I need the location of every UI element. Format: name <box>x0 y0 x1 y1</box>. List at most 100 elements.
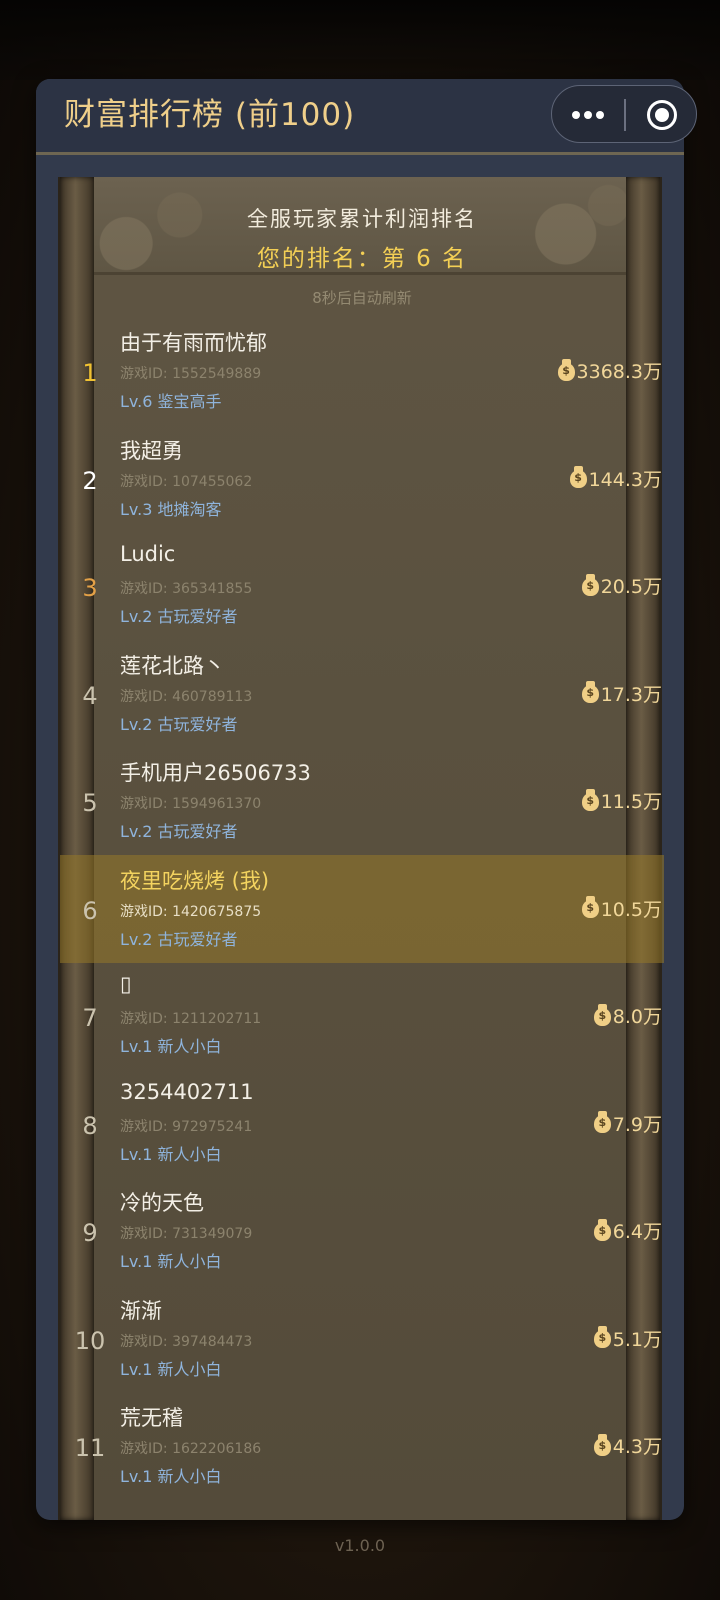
rank-number: 4 <box>82 681 98 710</box>
rank-number: 8 <box>82 1111 98 1140</box>
wealth-amount: 11.5万 <box>600 791 662 813</box>
player-id: 游戏ID: 397484473 <box>120 1333 253 1350</box>
player-name: 冷的天色 <box>120 1191 204 1215</box>
rank-number: 11 <box>74 1434 106 1462</box>
money-bag-icon <box>581 573 599 596</box>
player-name: 3254402711 <box>120 1079 254 1104</box>
money-bag-icon <box>593 1003 611 1026</box>
wealth-amount: 20.5万 <box>600 576 662 598</box>
rank-number: 3 <box>82 574 98 602</box>
player-name: Ludic <box>120 542 176 566</box>
wealth-amount: 10.5万 <box>600 898 662 921</box>
more-menu-icon[interactable] <box>572 99 636 129</box>
rank-number: 1 <box>82 359 98 387</box>
player-name: 我超勇 <box>120 438 183 463</box>
wealth-value: 5.1万 <box>593 1325 662 1352</box>
wealth-value: 4.3万 <box>593 1432 662 1459</box>
player-id: 游戏ID: 365341855 <box>120 581 253 597</box>
wealth-value: 7.9万 <box>593 1110 662 1137</box>
player-id: 游戏ID: 1552549889 <box>120 366 262 382</box>
player-id: 游戏ID: 731349079 <box>120 1226 253 1242</box>
close-miniprogram-icon[interactable] <box>647 100 677 130</box>
capsule-divider <box>624 99 626 131</box>
player-name: 荒无稽 <box>120 1406 183 1430</box>
money-bag-icon <box>593 1326 611 1348</box>
player-level: Lv.2 古玩爱好者 <box>120 607 238 626</box>
player-id: 游戏ID: 1420675875 <box>120 903 262 920</box>
scroll-frame: 全服玩家累计利润排名 您的排名：第 6 名 8秒后自动刷新 1 由于有雨而忧郁游戏… <box>58 177 664 1520</box>
wealth-amount: 144.3万 <box>588 468 662 491</box>
player-name: 莲花北路丶 <box>120 653 225 678</box>
wealth-value: 144.3万 <box>569 465 662 492</box>
player-level: Lv.2 古玩爱好者 <box>120 929 238 949</box>
player-name: 由于有雨而忧郁 <box>120 331 267 355</box>
player-id: 游戏ID: 1622206186 <box>120 1441 262 1457</box>
wealth-amount: 3368.3万 <box>576 361 662 383</box>
list-item[interactable]: 10 渐渐游戏ID: 397484473 Lv.1 新人小白 5.1万 <box>60 1285 664 1393</box>
player-name: 渐渐 <box>120 1298 162 1323</box>
money-bag-icon <box>593 1433 611 1456</box>
wealth-value: 10.5万 <box>581 895 662 922</box>
money-bag-icon <box>581 788 599 811</box>
rank-number: 9 <box>82 1219 98 1247</box>
header-divider <box>36 152 684 155</box>
money-bag-icon <box>569 466 587 488</box>
list-item[interactable]: 8 3254402711 游戏ID: 972975241 Lv.1 新人小白 7.9万 <box>60 1070 664 1178</box>
money-bag-icon <box>581 681 599 703</box>
ranking-list[interactable]: 1 由于有雨而忧郁游戏ID: 1552549889 Lv.6 鉴宝高手 3368.3万… <box>60 317 664 1520</box>
rank-number: 5 <box>82 789 98 817</box>
wealth-amount: 6.4万 <box>612 1221 662 1243</box>
list-item[interactable]: 7 ▯ 游戏ID: 1211202711 Lv.1 新人小白 8.0万 <box>60 962 664 1070</box>
list-item[interactable]: 1 由于有雨而忧郁游戏ID: 1552549889 Lv.6 鉴宝高手 3368.3万 <box>60 317 664 425</box>
player-level: Lv.1 新人小白 <box>120 1037 222 1056</box>
player-level: Lv.1 新人小白 <box>120 1144 222 1164</box>
player-level: Lv.2 古玩爱好者 <box>120 714 238 734</box>
list-item[interactable]: 3 Ludic 游戏ID: 365341855 Lv.2 古玩爱好者 20.5万 <box>60 532 664 640</box>
money-bag-icon <box>581 896 599 918</box>
rank-number: 10 <box>74 1326 106 1355</box>
list-item[interactable]: 11 荒无稽游戏ID: 1622206186 Lv.1 新人小白 4.3万 <box>60 1392 664 1500</box>
list-item[interactable]: 4 莲花北路丶游戏ID: 460789113 Lv.2 古玩爱好者 17.3万 <box>60 640 664 748</box>
miniprogram-capsule <box>551 85 697 143</box>
player-level: Lv.3 地摊淘客 <box>120 499 222 519</box>
wealth-amount: 7.9万 <box>612 1113 662 1136</box>
wealth-value: 20.5万 <box>581 572 662 599</box>
rank-number: 6 <box>82 896 98 925</box>
wealth-value: 3368.3万 <box>557 357 662 384</box>
player-name: ▯ <box>120 972 132 996</box>
money-bag-icon <box>593 1218 611 1241</box>
my-rank-text: 您的排名：第 6 名 <box>256 246 468 272</box>
rank-number: 7 <box>82 1004 98 1032</box>
player-level: Lv.2 古玩爱好者 <box>120 822 238 841</box>
wealth-value: 6.4万 <box>593 1217 662 1244</box>
wealth-value: 11.5万 <box>581 787 662 814</box>
player-id: 游戏ID: 460789113 <box>120 688 253 705</box>
player-name: 夜里吃烧烤 (我) <box>120 868 270 893</box>
money-bag-icon <box>557 358 575 381</box>
wealth-amount: 4.3万 <box>612 1436 662 1458</box>
page-title: 财富排行榜 (前100) <box>64 97 356 133</box>
player-level: Lv.6 鉴宝高手 <box>120 392 222 411</box>
list-item[interactable]: 6 夜里吃烧烤 (我) 游戏ID: 1420675875 Lv.2 古玩爱好者 10.5… <box>60 854 664 963</box>
wealth-value: 8.0万 <box>593 1002 662 1029</box>
list-item[interactable]: 2 我超勇游戏ID: 107455062 Lv.3 地摊淘客 144.3万 <box>60 425 664 533</box>
list-item[interactable]: 9 冷的天色游戏ID: 731349079 Lv.1 新人小白 6.4万 <box>60 1177 664 1285</box>
list-item[interactable]: 5 手机用户26506733 游戏ID: 1594961370 Lv.2 古玩爱好者 1… <box>60 747 664 855</box>
money-bag-icon <box>593 1111 611 1133</box>
player-id: 游戏ID: 1594961370 <box>120 796 262 812</box>
list-title: 全服玩家累计利润排名 <box>247 207 477 231</box>
wealth-amount: 17.3万 <box>600 683 662 706</box>
wealth-value: 17.3万 <box>581 680 662 707</box>
player-level: Lv.1 新人小白 <box>120 1467 222 1486</box>
version-label: v1.0.0 <box>334 1536 386 1555</box>
player-level: Lv.1 新人小白 <box>120 1252 222 1271</box>
rank-number: 2 <box>82 466 98 495</box>
player-id: 游戏ID: 107455062 <box>120 473 253 490</box>
player-id: 游戏ID: 1211202711 <box>120 1011 262 1027</box>
background-top-fade <box>0 0 720 80</box>
wealth-amount: 5.1万 <box>612 1328 662 1351</box>
leaderboard-panel: 财富排行榜 (前100) 全服玩家累计利润排名 您的排名：第 6 名 8秒后自动… <box>36 79 684 1520</box>
wealth-amount: 8.0万 <box>612 1006 662 1028</box>
player-name: 手机用户26506733 <box>120 761 311 785</box>
auto-refresh-text: 8秒后自动刷新 <box>312 289 412 307</box>
